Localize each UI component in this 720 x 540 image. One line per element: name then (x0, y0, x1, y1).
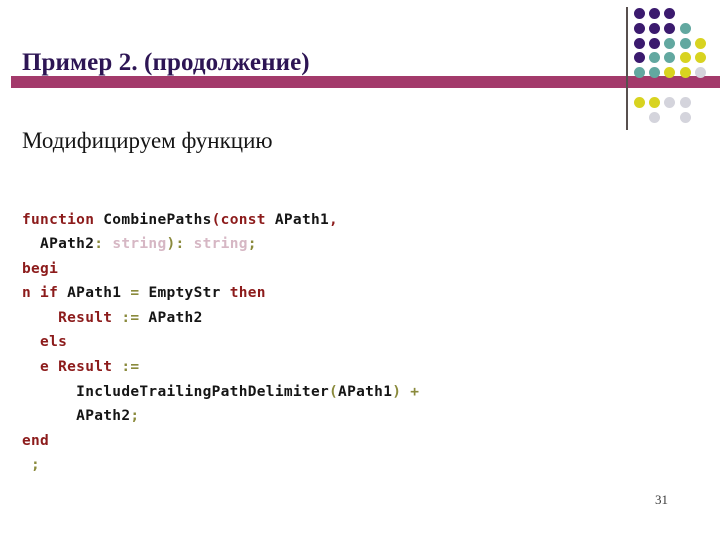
code-token: ) (166, 236, 176, 253)
decorative-dot (649, 37, 661, 49)
code-line: Result := APath2 (22, 306, 642, 331)
decorative-dot (664, 52, 676, 64)
decorative-dot (634, 52, 645, 64)
decorative-dot (664, 22, 676, 34)
dot-pattern-decoration (634, 8, 706, 123)
code-token: begi (22, 260, 59, 277)
code-token: APath2 (148, 309, 203, 326)
code-line: els (22, 330, 642, 355)
code-token: IncludeTrailingPathDelimiter (22, 383, 330, 400)
code-token: Result (22, 309, 122, 326)
code-token: ; (22, 457, 41, 474)
decorative-dot (634, 67, 645, 79)
code-token: EmptyStr (148, 285, 230, 302)
code-token: : (175, 236, 194, 253)
decorative-dot (649, 22, 661, 34)
decorative-dot (634, 22, 645, 34)
decorative-dot (649, 111, 661, 123)
title-underline-bar (11, 76, 720, 88)
code-line: function CombinePaths(const APath1, (22, 208, 642, 233)
decorative-dot (664, 67, 676, 79)
code-token: ( (329, 383, 339, 400)
decorative-dot (679, 96, 691, 108)
decorative-dot (634, 8, 645, 19)
code-token: string (112, 236, 167, 253)
code-token: function (22, 211, 104, 228)
decorative-dot (664, 8, 676, 19)
code-token: end (22, 432, 50, 449)
slide-canvas: Пример 2. (продолжение) Модифицируем фун… (0, 0, 720, 540)
decorative-dot (694, 37, 706, 49)
code-token: APath1 (67, 285, 131, 302)
decorative-dot (634, 37, 645, 49)
decorative-dot (679, 22, 691, 34)
decorative-dot (649, 96, 661, 108)
page-number: 31 (655, 492, 668, 507)
code-line: APath2: string): string; (22, 232, 642, 257)
code-line: APath2; (22, 404, 642, 429)
decorative-dot (679, 67, 691, 79)
decorative-dot (679, 111, 691, 123)
code-token: := (121, 309, 149, 326)
code-token: CombinePaths (103, 211, 212, 228)
code-token: els (22, 334, 68, 351)
code-token: n if (22, 285, 68, 302)
code-line: begi (22, 257, 642, 282)
decorative-dot (679, 52, 691, 64)
code-token: (const (211, 211, 275, 228)
code-token: = (130, 285, 149, 302)
code-token: ) + (392, 383, 420, 400)
decorative-dot (649, 67, 661, 79)
subtitle-text: Модифицируем функцию (22, 128, 273, 153)
code-line: e Result := (22, 355, 642, 380)
code-line: IncludeTrailingPathDelimiter(APath1) + (22, 380, 642, 405)
decorative-dot (694, 67, 706, 79)
code-token: APath1 (274, 211, 330, 228)
code-token: : (94, 236, 113, 253)
decorative-dot (694, 52, 706, 64)
page-title: Пример 2. (продолжение) (22, 48, 310, 76)
decorative-dot (664, 37, 676, 49)
code-line: ; (22, 453, 642, 478)
code-token: string (193, 236, 248, 253)
decorative-dot (679, 37, 691, 49)
vertical-divider (626, 7, 628, 130)
decorative-dot (664, 96, 676, 108)
code-token: ; (247, 236, 257, 253)
decorative-dot (649, 52, 661, 64)
code-token: ; (130, 408, 140, 425)
code-token: , (329, 211, 339, 228)
code-token: then (229, 285, 266, 302)
code-line: end (22, 429, 642, 454)
code-token: APath2 (22, 408, 131, 425)
code-token: := (121, 359, 140, 376)
code-token: APath2 (22, 236, 95, 253)
decorative-dot (649, 8, 661, 19)
code-token: APath1 (338, 383, 393, 400)
code-line: n if APath1 = EmptyStr then (22, 281, 642, 306)
code-block: function CombinePaths(const APath1, APat… (22, 208, 642, 479)
code-token: e Result (22, 359, 122, 376)
decorative-dot (634, 96, 645, 108)
